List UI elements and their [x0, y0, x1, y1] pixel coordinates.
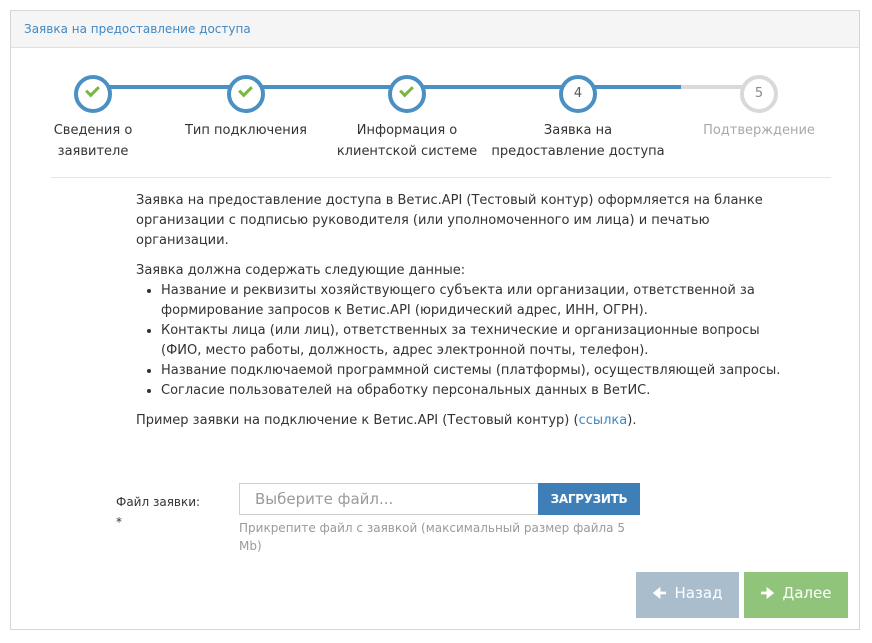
example-text: Пример заявки на подключение к Ветис.API…: [136, 413, 637, 428]
required-mark: *: [116, 515, 122, 529]
wizard-step-4[interactable]: 4 Заявка на предоставление доступа: [488, 75, 668, 162]
instructions: Заявка на предоставление доступа в Ветис…: [136, 191, 796, 441]
file-field-label: Файл заявки: *: [116, 492, 216, 532]
step-1-circle: [74, 75, 112, 113]
section-divider: [51, 177, 831, 178]
step-2-label: Тип подключения: [184, 123, 307, 138]
step-5-circle: 5: [740, 75, 778, 113]
list-item: Название подключаемой программной систем…: [161, 361, 796, 381]
panel-title: Заявка на предоставление доступа: [11, 11, 859, 48]
arrow-right-icon: 🠊: [760, 583, 775, 602]
arrow-left-icon: 🠈: [652, 583, 667, 602]
wizard-step-3[interactable]: Информация о клиентской системе: [317, 75, 497, 162]
requirements-list: Название и реквизиты хозяйствующего субъ…: [136, 281, 796, 401]
next-button[interactable]: 🠊 Далее: [744, 572, 848, 618]
file-input[interactable]: [239, 483, 539, 515]
list-item: Контакты лица (или лиц), ответственных з…: [161, 321, 796, 361]
example-link[interactable]: ссылка: [579, 413, 628, 428]
step-4-label: Заявка на предоставление доступа: [491, 123, 665, 159]
check-icon: [85, 82, 100, 98]
list-title: Заявка должна содержать следующие данные…: [136, 263, 466, 278]
step-4-circle: 4: [559, 75, 597, 113]
check-icon: [238, 82, 253, 98]
step-3-circle: [388, 75, 426, 113]
check-icon: [399, 82, 414, 98]
list-item: Название и реквизиты хозяйствующего субъ…: [161, 281, 796, 321]
file-hint: Прикрепите файл с заявкой (максимальный …: [239, 521, 625, 553]
step-3-label: Информация о клиентской системе: [336, 123, 478, 159]
list-item: Согласие пользователей на обработку перс…: [161, 381, 796, 401]
wizard-step-5: 5 Подтверждение: [669, 75, 849, 141]
wizard-step-2[interactable]: Тип подключения: [156, 75, 336, 141]
step-5-label: Подтверждение: [703, 123, 815, 138]
back-button[interactable]: 🠈 Назад: [636, 572, 739, 618]
step-2-circle: [227, 75, 265, 113]
access-request-panel: Заявка на предоставление доступа Сведени…: [10, 10, 860, 630]
intro-text: Заявка на предоставление доступа в Ветис…: [136, 193, 763, 248]
upload-button[interactable]: ЗАГРУЗИТЬ: [538, 483, 640, 515]
